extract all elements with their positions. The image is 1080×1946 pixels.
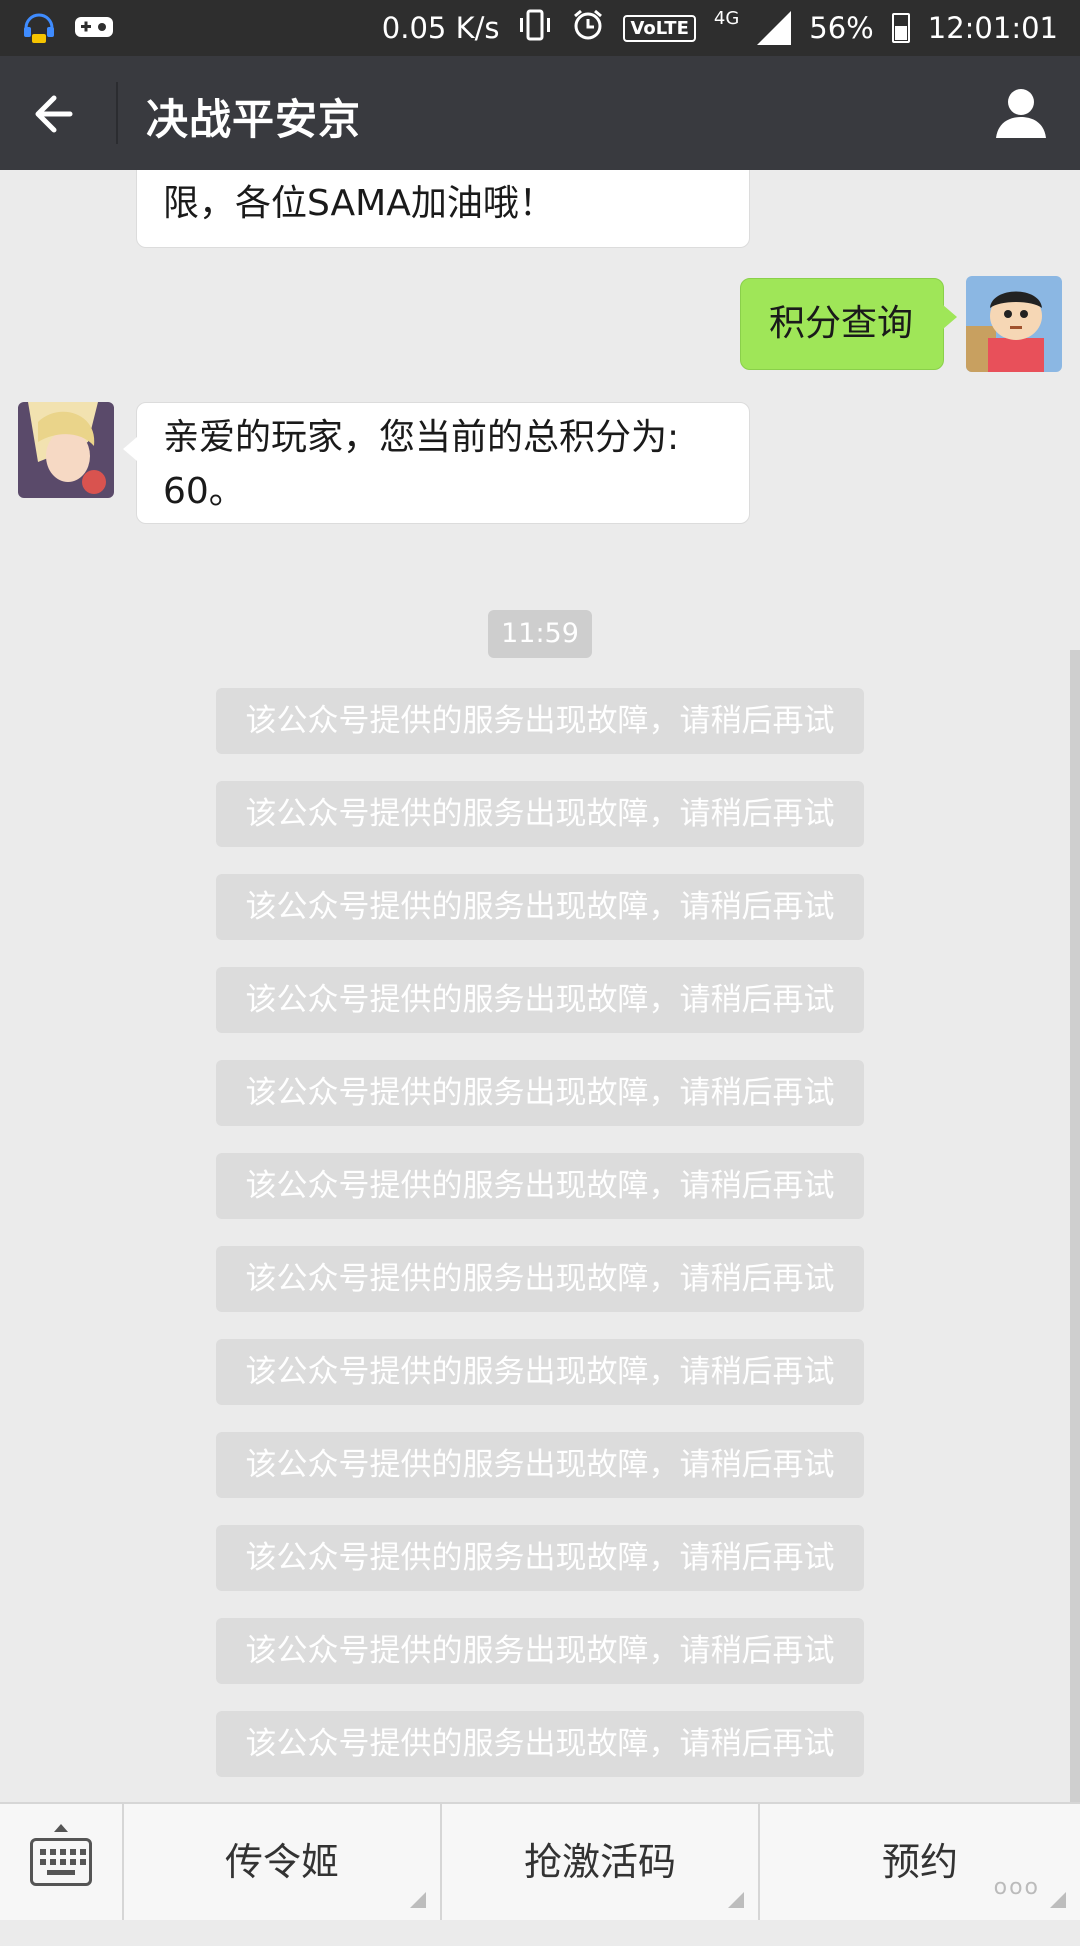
- timestamp-chip: 11:59: [488, 610, 592, 658]
- system-message: 该公众号提供的服务出现故障，请稍后再试: [216, 1339, 864, 1405]
- official-account-avatar[interactable]: [18, 402, 114, 498]
- menu-item-reservation[interactable]: 预约 ooo: [760, 1804, 1080, 1920]
- profile-button[interactable]: [990, 82, 1052, 144]
- menu-item-activation-code[interactable]: 抢激活码: [442, 1804, 760, 1920]
- system-message: 该公众号提供的服务出现故障，请稍后再试: [216, 1153, 864, 1219]
- more-dots-icon: ooo: [993, 1875, 1040, 1900]
- menu-item-label: 预约: [881, 1840, 958, 1884]
- menu-item-messenger[interactable]: 传令姬: [124, 1804, 442, 1920]
- cartoon-boy-avatar-icon: [966, 276, 1062, 372]
- title-bar: 决战平安京: [0, 56, 1080, 170]
- keyboard-icon: [30, 1838, 92, 1886]
- message-bubble-incoming: 限，各位SAMA加油哦！: [136, 170, 750, 248]
- message-text-line: 亲爱的玩家，您当前的总积分为:: [163, 417, 680, 458]
- system-message: 该公众号提供的服务出现故障，请稍后再试: [216, 1432, 864, 1498]
- message-text: 限，各位SAMA加油哦！: [163, 183, 555, 224]
- headset-notification-icon: [22, 8, 56, 51]
- caret-up-icon: [54, 1824, 68, 1832]
- system-message: 该公众号提供的服务出现故障，请稍后再试: [216, 1246, 864, 1312]
- volte-badge: VoLTE: [623, 14, 696, 42]
- submenu-indicator-icon: [410, 1892, 426, 1908]
- custom-menu-bar: 传令姬 抢激活码 预约 ooo: [0, 1802, 1080, 1920]
- system-message: 该公众号提供的服务出现故障，请稍后再试: [216, 1525, 864, 1591]
- net-speed-text: 0.05 K/s: [381, 11, 500, 45]
- menu-item-label: 传令姬: [224, 1840, 339, 1884]
- scrollbar[interactable]: [1070, 650, 1080, 1802]
- battery-icon: [891, 13, 910, 43]
- person-icon: [996, 89, 1046, 138]
- system-message: 该公众号提供的服务出现故障，请稍后再试: [216, 1711, 864, 1777]
- status-bar: 0.05 K/s VoLTE 4G 56% 12:01:01: [0, 0, 1080, 56]
- system-message: 该公众号提供的服务出现故障，请稍后再试: [216, 1618, 864, 1684]
- user-avatar[interactable]: [966, 276, 1062, 372]
- back-arrow-icon: [35, 95, 73, 133]
- network-type: 4G: [713, 7, 740, 29]
- title-divider: [116, 82, 118, 144]
- submenu-indicator-icon: [728, 1892, 744, 1908]
- message-bubble-outgoing[interactable]: 积分查询: [740, 278, 957, 370]
- message-bubble-incoming: 亲爱的玩家，您当前的总积分为: 60。: [123, 402, 750, 524]
- clock: 12:01:01: [927, 11, 1058, 45]
- system-message: 该公众号提供的服务出现故障，请稍后再试: [216, 967, 864, 1033]
- keyboard-toggle-button[interactable]: [0, 1804, 124, 1920]
- chat-title: 决战平安京: [146, 95, 362, 144]
- system-message: 该公众号提供的服务出现故障，请稍后再试: [216, 874, 864, 940]
- vibrate-icon: [517, 9, 553, 48]
- system-message: 该公众号提供的服务出现故障，请稍后再试: [216, 781, 864, 847]
- system-message: 该公众号提供的服务出现故障，请稍后再试: [216, 1060, 864, 1126]
- menu-item-label: 抢激活码: [523, 1840, 676, 1884]
- chat-area[interactable]: 限，各位SAMA加油哦！ 积分查询 亲爱的玩家，您当前的总积分为: 60。 11…: [0, 170, 1080, 1802]
- battery-percent: 56%: [809, 11, 874, 45]
- message-text-line: 60。: [163, 471, 245, 512]
- submenu-indicator-icon: [1050, 1892, 1066, 1908]
- back-button[interactable]: [28, 84, 88, 144]
- gamepad-icon: [74, 13, 114, 47]
- game-character-avatar-icon: [18, 402, 114, 498]
- signal-icon: [757, 11, 792, 45]
- message-text: 积分查询: [769, 303, 914, 344]
- alarm-icon: [571, 8, 605, 49]
- system-message: 该公众号提供的服务出现故障，请稍后再试: [216, 688, 864, 754]
